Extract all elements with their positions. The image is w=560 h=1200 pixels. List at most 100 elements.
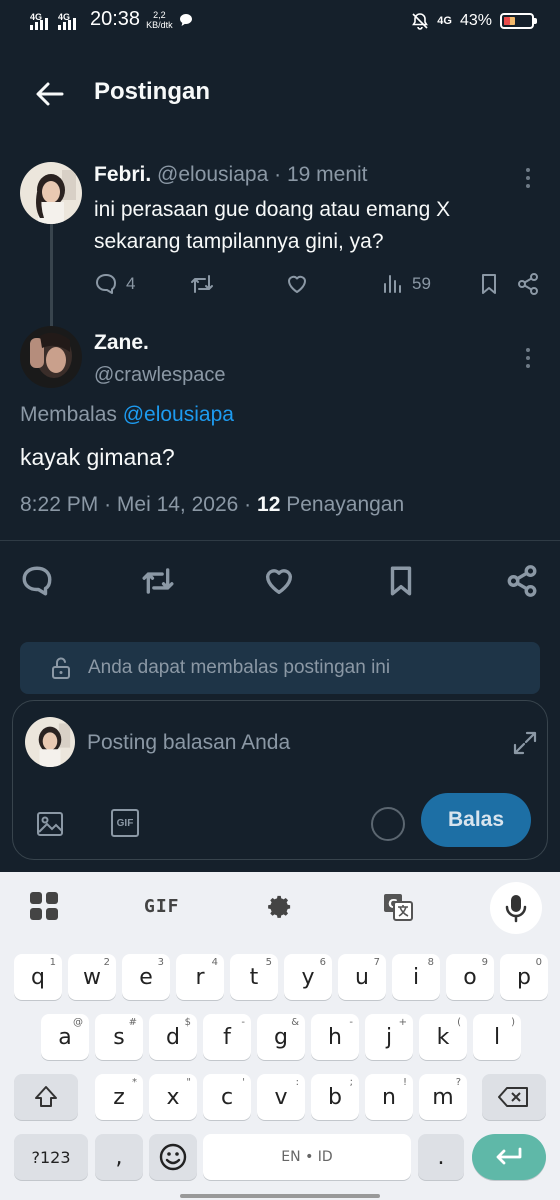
- views-action[interactable]: 59: [382, 272, 431, 296]
- key-m[interactable]: m?: [419, 1074, 467, 1120]
- key-h[interactable]: h-: [311, 1014, 359, 1060]
- key-j[interactable]: j +: [365, 1014, 413, 1060]
- comma-key[interactable]: ,: [95, 1134, 143, 1180]
- key-r-hint: 4: [211, 957, 218, 968]
- key-p-hint: 0: [535, 957, 542, 968]
- share-icon[interactable]: [516, 272, 540, 296]
- key-l[interactable]: l): [473, 1014, 521, 1060]
- space-key-label: EN • ID: [281, 1149, 333, 1165]
- symbols-key[interactable]: ?123: [14, 1134, 88, 1180]
- key-i[interactable]: i8: [392, 954, 440, 1000]
- key-i-label: i: [412, 964, 420, 990]
- avatar[interactable]: [20, 326, 82, 388]
- like-icon[interactable]: [262, 564, 296, 598]
- voice-input-button[interactable]: [490, 882, 542, 934]
- key-k[interactable]: k(: [419, 1014, 467, 1060]
- bookmark-icon[interactable]: [384, 564, 418, 598]
- post-date: Mei 14, 2026: [116, 493, 239, 516]
- key-f-hint: -: [241, 1017, 245, 1028]
- key-o[interactable]: o9: [446, 954, 494, 1000]
- gif-button[interactable]: GIF: [111, 809, 139, 837]
- image-icon[interactable]: [35, 809, 65, 839]
- author-handle[interactable]: @crawlespace: [94, 364, 225, 387]
- key-r-label: r: [195, 964, 205, 990]
- key-d-label: d: [166, 1024, 180, 1050]
- key-n[interactable]: n!: [365, 1074, 413, 1120]
- translate-icon[interactable]: G: [382, 892, 414, 922]
- key-k-label: k: [436, 1024, 450, 1050]
- reply-action[interactable]: 4: [94, 272, 135, 296]
- emoji-key[interactable]: [149, 1134, 197, 1180]
- enter-key[interactable]: [472, 1134, 546, 1180]
- key-u[interactable]: u7: [338, 954, 386, 1000]
- reply-icon[interactable]: [20, 564, 54, 598]
- more-options-icon[interactable]: [526, 348, 530, 372]
- key-z[interactable]: z *: [95, 1074, 143, 1120]
- reply-to-link[interactable]: @elousiapa: [123, 403, 234, 426]
- keyboard: GIF G q1w2e3r4t5y6u7i8o9p0a@s#d$f-g&h-j+…: [0, 872, 560, 1200]
- key-s-label: s: [113, 1024, 125, 1050]
- key-e[interactable]: e3: [122, 954, 170, 1000]
- emoji-icon: [159, 1143, 187, 1171]
- reply-button[interactable]: Balas: [421, 793, 531, 847]
- author-handle[interactable]: @elousiapa: [157, 163, 268, 186]
- key-c-hint: ': [242, 1077, 245, 1088]
- settings-gear-icon[interactable]: [264, 892, 294, 922]
- key-q[interactable]: q1: [14, 954, 62, 1000]
- key-x[interactable]: x ": [149, 1074, 197, 1120]
- reply-input[interactable]: Posting balasan Anda: [87, 731, 290, 755]
- key-b[interactable]: b;: [311, 1074, 359, 1120]
- key-a-label: a: [58, 1024, 72, 1050]
- expand-icon[interactable]: [511, 729, 539, 757]
- repost-icon[interactable]: [189, 272, 215, 296]
- battery-percent: 43%: [459, 12, 492, 29]
- bookmark-icon[interactable]: [478, 272, 500, 296]
- unlock-icon: [52, 657, 70, 679]
- key-r[interactable]: r4: [176, 954, 224, 1000]
- reply-prefix: Membalas: [20, 403, 117, 426]
- reply-button-label: Balas: [447, 808, 505, 831]
- author-name[interactable]: Febri.: [94, 163, 151, 186]
- key-f[interactable]: f-: [203, 1014, 251, 1060]
- divider: [0, 540, 560, 541]
- key-p[interactable]: p0: [500, 954, 548, 1000]
- apps-grid-icon[interactable]: [28, 890, 60, 922]
- key-l-label: l: [493, 1024, 501, 1050]
- key-z-label: z: [113, 1084, 125, 1110]
- share-icon[interactable]: [505, 564, 539, 598]
- key-w[interactable]: w2: [68, 954, 116, 1000]
- key-y[interactable]: y6: [284, 954, 332, 1000]
- avatar[interactable]: [20, 162, 82, 224]
- key-g[interactable]: g &: [257, 1014, 305, 1060]
- key-s[interactable]: s #: [95, 1014, 143, 1060]
- space-key[interactable]: EN • ID: [203, 1134, 411, 1180]
- key-k-hint: (: [457, 1017, 461, 1028]
- reply-composer: Posting balasan Anda GIF Balas: [12, 700, 548, 860]
- more-options-icon[interactable]: [526, 168, 530, 192]
- key-x-hint: ": [186, 1077, 191, 1088]
- gif-keyboard-button[interactable]: GIF: [144, 896, 180, 917]
- backspace-key[interactable]: [482, 1074, 546, 1120]
- post-text: kayak gimana?: [20, 444, 175, 470]
- period-key[interactable]: .: [418, 1134, 464, 1180]
- like-icon[interactable]: [285, 272, 309, 296]
- key-t[interactable]: t5: [230, 954, 278, 1000]
- separator: ·: [244, 493, 252, 516]
- back-arrow-icon[interactable]: [34, 78, 66, 110]
- post-header: Febri. @elousiapa · 19 menit: [94, 163, 368, 187]
- key-y-label: y: [301, 964, 315, 990]
- repost-icon[interactable]: [140, 564, 176, 598]
- post-time: 19 menit: [286, 163, 368, 186]
- author-name[interactable]: Zane.: [94, 331, 149, 355]
- key-h-hint: -: [349, 1017, 353, 1028]
- key-v[interactable]: v:: [257, 1074, 305, 1120]
- thread-line: [50, 224, 53, 328]
- key-d[interactable]: d $: [149, 1014, 197, 1060]
- key-v-label: v: [274, 1084, 288, 1110]
- key-a[interactable]: a @: [41, 1014, 89, 1060]
- key-f-label: f: [223, 1024, 231, 1050]
- key-c[interactable]: c ': [203, 1074, 251, 1120]
- shift-key[interactable]: [14, 1074, 78, 1120]
- key-u-label: u: [355, 964, 369, 990]
- key-g-label: g: [274, 1024, 288, 1050]
